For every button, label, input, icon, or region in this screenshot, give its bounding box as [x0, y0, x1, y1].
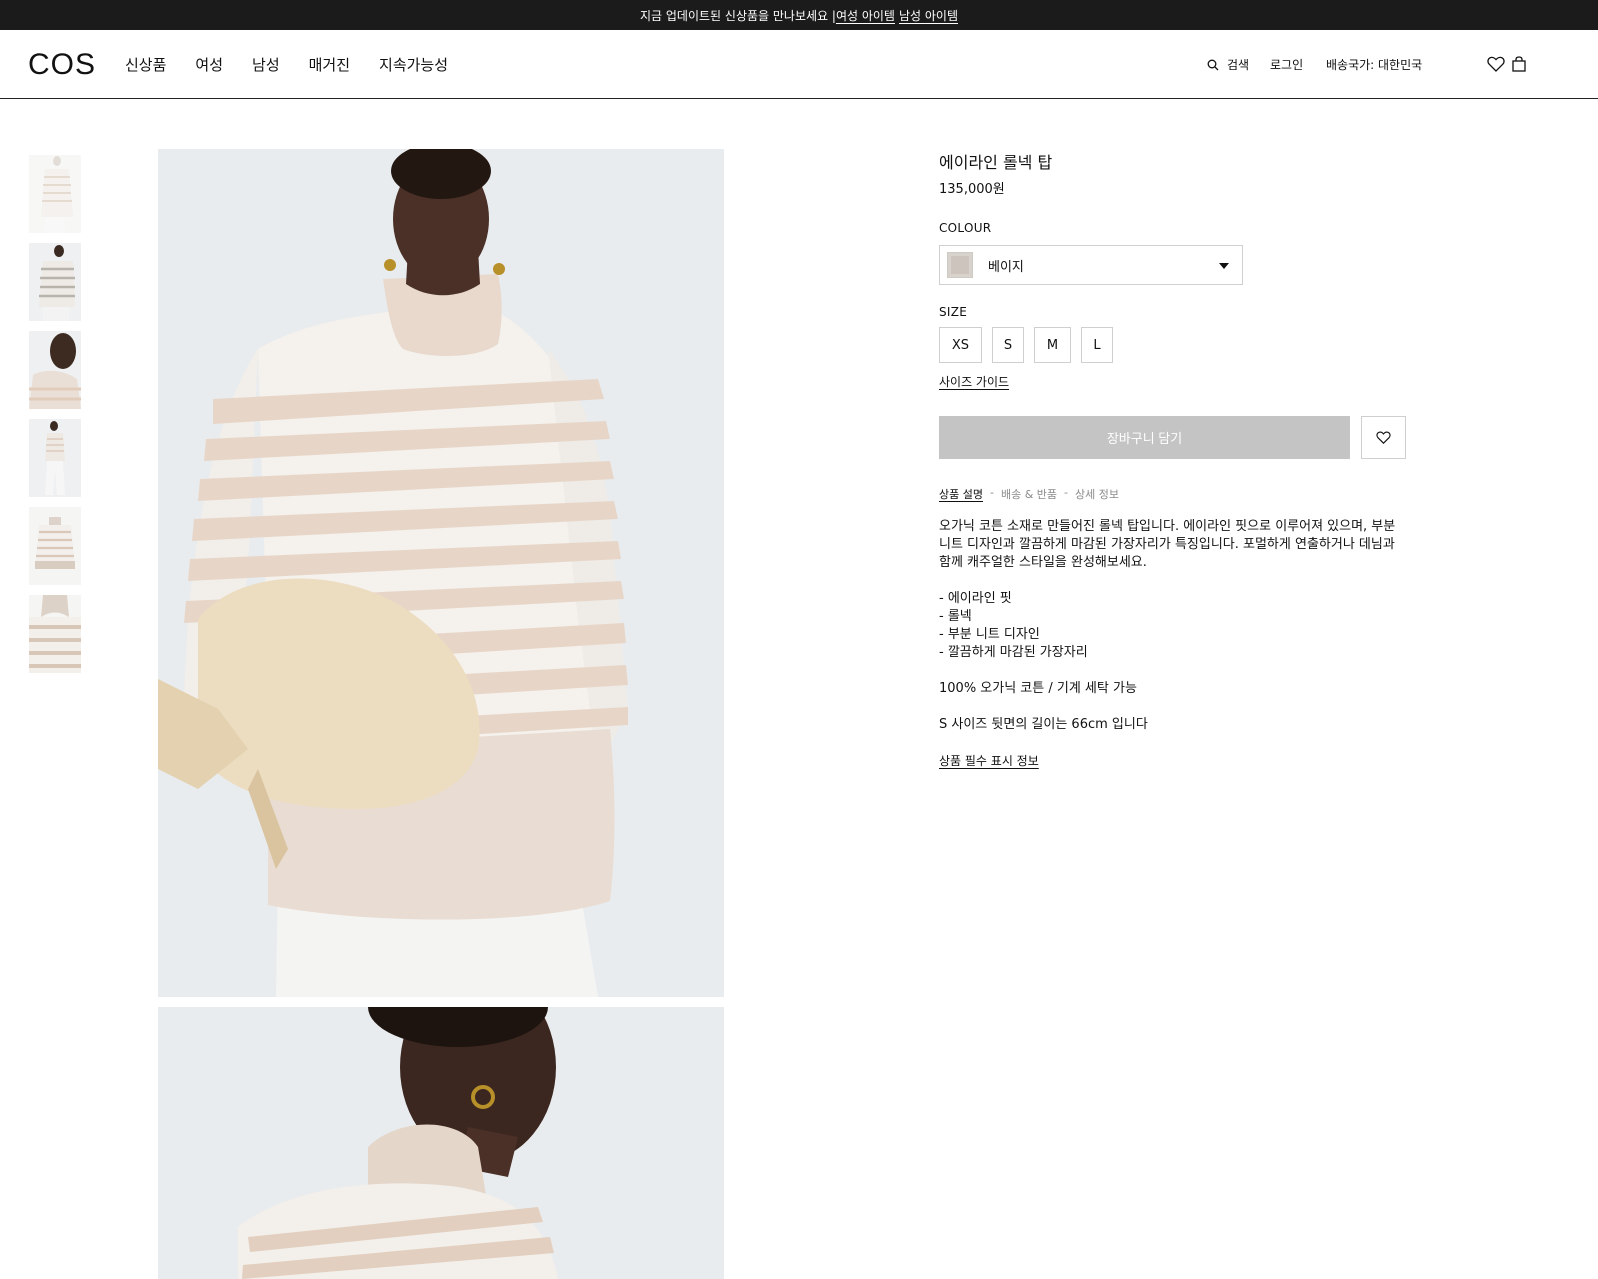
search-label: 검색	[1227, 58, 1250, 72]
add-to-cart-button[interactable]: 장바구니 담기	[939, 416, 1350, 459]
size-option-m[interactable]: M	[1034, 327, 1071, 363]
announcement-women-link[interactable]: 여성 아이템	[836, 7, 895, 24]
list-item: - 에이라인 핏	[939, 591, 1012, 606]
announcement-men-link[interactable]: 남성 아이템	[899, 7, 958, 24]
colour-dropdown[interactable]: 베이지	[939, 245, 1243, 285]
size-selector: XS S M L	[939, 327, 1419, 363]
product-price: 135,000원	[939, 182, 1005, 197]
cart-row: 장바구니 담기	[939, 416, 1419, 459]
info-tabs: 상품 설명 - 배송 & 반품 - 상세 정보	[939, 486, 1419, 502]
list-item: - 부분 니트 디자인	[939, 627, 1040, 642]
tab-details[interactable]: 상세 정보	[1075, 486, 1119, 502]
bag-button[interactable]	[1509, 54, 1529, 74]
composition-text: 100% 오가닉 코튼 / 기계 세탁 가능	[939, 681, 1137, 696]
wishlist-button[interactable]	[1486, 54, 1506, 74]
size-option-s[interactable]: S	[992, 327, 1024, 363]
description-text: 오가닉 코튼 소재로 만들어진 롤넥 탑입니다. 에이라인 핏으로 이루어져 있…	[939, 519, 1396, 570]
announcement-text: 지금 업데이트된 신상품을 만나보세요 |	[640, 8, 836, 23]
size-label: SIZE	[939, 305, 968, 319]
heart-icon	[1376, 431, 1391, 444]
search-button[interactable]: 검색	[1207, 56, 1249, 73]
product-panel: 에이라인 롤넥 탑 135,000원 COLOUR 베이지 SIZE XS S …	[939, 152, 1419, 771]
list-item: - 깔끔하게 마감된 가장자리	[939, 645, 1088, 660]
thumbnail-3[interactable]	[29, 331, 81, 409]
product-wishlist-button[interactable]	[1361, 416, 1406, 459]
nav-item-magazine[interactable]: 매거진	[309, 54, 350, 75]
thumbnail-5[interactable]	[29, 507, 81, 585]
nav-item-sustainability[interactable]: 지속가능성	[379, 54, 448, 75]
length-note: S 사이즈 뒷면의 길이는 66cm 입니다	[939, 717, 1148, 732]
nav-item-women[interactable]: 여성	[195, 54, 223, 75]
login-link[interactable]: 로그인	[1270, 56, 1303, 73]
tab-separator: -	[989, 486, 994, 499]
main-nav: 신상품 여성 남성 매거진 지속가능성	[125, 54, 477, 75]
thumbnail-strip	[29, 155, 81, 683]
logo[interactable]: COS	[28, 48, 96, 82]
thumbnail-4[interactable]	[29, 419, 81, 497]
thumbnail-2[interactable]	[29, 243, 81, 321]
required-info-link[interactable]: 상품 필수 표시 정보	[939, 752, 1039, 770]
size-guide-link[interactable]: 사이즈 가이드	[939, 373, 1009, 390]
list-item: - 롤넥	[939, 609, 972, 624]
country-selector[interactable]: 배송국가: 대한민국	[1326, 56, 1422, 73]
announcement-bar: 지금 업데이트된 신상품을 만나보세요 | 여성 아이템 남성 아이템	[0, 0, 1598, 30]
heart-icon	[1487, 56, 1505, 72]
site-header: COS 신상품 여성 남성 매거진 지속가능성 검색 로그인 배송국가: 대한민…	[0, 30, 1598, 99]
size-option-xs[interactable]: XS	[939, 327, 982, 363]
tab-description[interactable]: 상품 설명	[939, 486, 983, 502]
shopping-bag-icon	[1512, 56, 1526, 72]
product-title: 에이라인 롤넥 탑	[939, 153, 1053, 172]
caret-down-icon	[1219, 263, 1229, 269]
colour-swatch	[947, 252, 973, 278]
colour-value: 베이지	[988, 259, 1024, 275]
size-option-l[interactable]: L	[1081, 327, 1113, 363]
tab-separator: -	[1064, 486, 1069, 499]
nav-item-men[interactable]: 남성	[252, 54, 280, 75]
colour-label: COLOUR	[939, 221, 992, 235]
tab-shipping-returns[interactable]: 배송 & 반품	[1001, 486, 1057, 502]
thumbnail-1[interactable]	[29, 155, 81, 233]
feature-list: - 에이라인 핏 - 롤넥 - 부분 니트 디자인 - 깔끔하게 마감된 가장자…	[939, 590, 1419, 662]
thumbnail-6[interactable]	[29, 595, 81, 673]
search-icon	[1207, 59, 1219, 70]
product-description: 오가닉 코튼 소재로 만들어진 롤넥 탑입니다. 에이라인 핏으로 이루어져 있…	[939, 518, 1419, 771]
product-image-secondary[interactable]	[158, 1007, 724, 1279]
nav-item-new[interactable]: 신상품	[125, 54, 166, 75]
product-image-main[interactable]	[158, 149, 724, 997]
